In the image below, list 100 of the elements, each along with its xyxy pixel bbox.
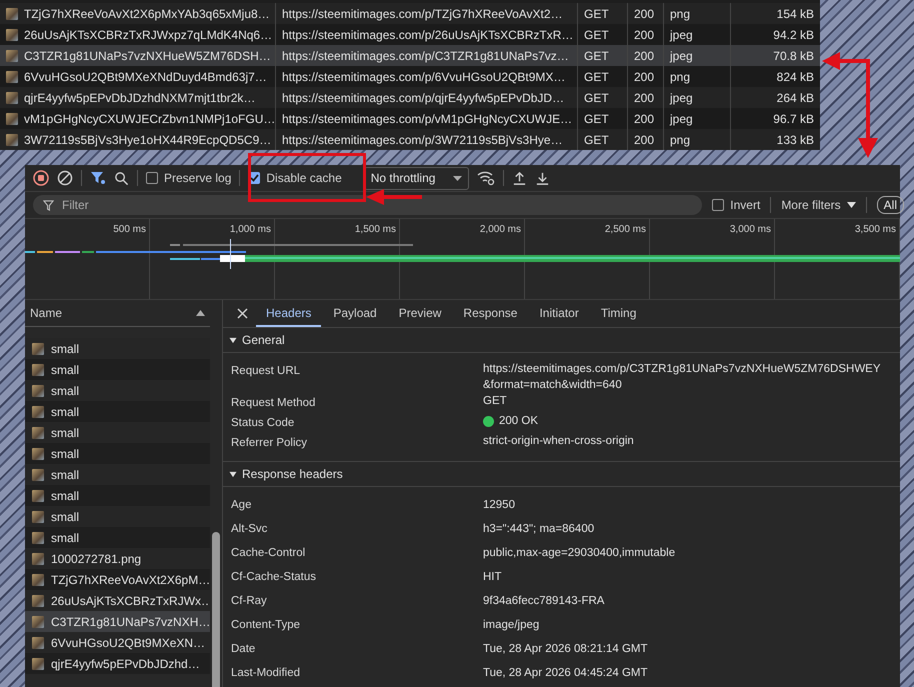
request-list-item[interactable]: qjrE4yyfw5pEPvDbJDzhd…: [25, 653, 210, 674]
table-cell: jpeg: [670, 90, 693, 104]
tick-label: 1,000 ms: [230, 224, 271, 235]
request-list-item[interactable]: small: [25, 485, 210, 506]
table-cell: 200: [634, 90, 654, 104]
checkbox[interactable]: [146, 172, 158, 184]
table-cell: 824 kB: [776, 70, 814, 84]
table-cell: GET: [584, 132, 609, 146]
table-cell: 3W72119s5BjVs3Hye1oHX44R9EcpQD5C9…: [24, 132, 272, 146]
table-cell: 200: [634, 48, 654, 62]
table-cell: GET: [584, 90, 609, 104]
more-filters-button[interactable]: More filters: [781, 198, 856, 212]
header-name: Request URL: [231, 364, 302, 379]
arrow-drawing: [366, 188, 422, 206]
tick-label: 1,500 ms: [354, 224, 396, 235]
tab[interactable]: Headers: [256, 300, 322, 327]
tab[interactable]: Payload: [323, 300, 387, 327]
expand-triangle-icon: [229, 470, 237, 478]
wifi-settings-icon[interactable]: [477, 170, 496, 186]
image-thumbnail-icon: [32, 616, 44, 628]
request-row[interactable]: 3W72119s5BjVs3Hye1oHX44R9EcpQD5C9… https://steemitimages.com/p/3W72119s5BjVs3Hye… GET 200 png 133 kB: [0, 129, 820, 150]
tab[interactable]: Initiator: [529, 300, 589, 327]
filter-field[interactable]: Filter: [33, 195, 702, 215]
image-thumbnail-icon: [32, 490, 44, 502]
header-value: 200 OK: [483, 413, 900, 429]
image-thumbnail-icon: [6, 70, 18, 82]
table-cell: https://steemitimages.com/p/TZjG7hXReeVoAvXt2…: [282, 6, 563, 20]
throttling-dropdown[interactable]: No throttling: [364, 166, 470, 190]
header-value: h3=":443"; ma=86400: [483, 522, 596, 537]
table-cell: https://steemitimages.com/p/6VvuHGsoU2QBt9MX…: [282, 70, 566, 84]
table-cell: vM1pGHgNcyCXUWJECrZbvn1NMPj1oFGU…: [24, 112, 275, 126]
table-cell: https://steemitimages.com/p/qjrE4yyfw5pEPvDbJD…: [282, 90, 564, 104]
table-cell: 200: [634, 70, 654, 84]
request-row[interactable]: TZjG7hXReeVoAvXt2X6pMxYAb3q65xMju8… https://steemitimages.com/p/TZjG7hXReeVoAvXt2… GET 200 png 154 kB: [0, 3, 820, 24]
image-thumbnail-icon: [6, 8, 18, 20]
request-row[interactable]: qjrE4yyfw5pEPvDbJDzhdNXM7mjt1tbr2k… https://steemitimages.com/p/qjrE4yyfw5pEPvDbJD… GET 200 jpeg 264 kB: [0, 87, 820, 108]
request-list-item[interactable]: small: [25, 443, 210, 464]
image-thumbnail-icon: [32, 574, 44, 586]
image-thumbnail-icon: [32, 658, 44, 670]
close-icon[interactable]: [237, 308, 248, 319]
table-cell: 264 kB: [776, 90, 814, 104]
request-list-item[interactable]: small: [25, 359, 210, 380]
image-thumbnail-icon: [6, 112, 18, 124]
table-cell: GET: [584, 28, 609, 42]
clear-icon[interactable]: [57, 170, 73, 186]
image-thumbnail-icon: [32, 384, 44, 396]
table-cell: GET: [584, 70, 609, 84]
search-icon[interactable]: [114, 170, 129, 186]
header-name: Cf-Cache-Status: [231, 570, 318, 585]
header-name: Request Method: [231, 396, 316, 411]
disable-cache-checkbox[interactable]: Disable cache: [248, 171, 342, 185]
download-icon[interactable]: [535, 170, 550, 186]
section-header[interactable]: General: [223, 328, 900, 353]
table-cell: https://steemitimages.com/p/C3TZR1g81UNaPs7vz…: [282, 48, 569, 62]
request-list-item[interactable]: C3TZR1g81UNaPs7vzNXH…: [25, 611, 210, 632]
table-cell: jpeg: [670, 112, 693, 126]
sort-caret-icon: [196, 310, 205, 316]
table-cell: 94.2 kB: [773, 28, 814, 42]
request-row[interactable]: C3TZR1g81UNaPs7vzNXHueW5ZM76DSH… https://steemitimages.com/p/C3TZR1g81UNaPs7vz… GET 200 jpeg 70.8 kB: [0, 45, 820, 66]
caret-icon: [846, 202, 856, 208]
table-cell: png: [670, 6, 690, 20]
tab[interactable]: Timing: [590, 300, 646, 327]
table-cell: 200: [634, 6, 654, 20]
tick-label: 3,000 ms: [730, 224, 771, 235]
status-dot: [483, 416, 494, 426]
checkbox-label: Disable cache: [266, 171, 342, 185]
table-cell: GET: [584, 112, 609, 126]
invert-checkbox[interactable]: Invert: [712, 198, 760, 212]
header-value: 9f34a6fecc789143-FRA: [483, 594, 606, 609]
table-cell: jpeg: [670, 28, 693, 42]
stop-recording-icon[interactable]: [33, 170, 49, 186]
tab[interactable]: Response: [453, 300, 528, 327]
request-list-item[interactable]: small: [25, 527, 210, 548]
header-name: Last-Modified: [231, 666, 302, 681]
all-filter-chip[interactable]: All: [876, 196, 904, 214]
image-thumbnail-icon: [32, 636, 44, 648]
image-thumbnail-icon: [6, 92, 18, 104]
image-thumbnail-icon: [6, 134, 18, 146]
image-thumbnail-icon: [32, 552, 44, 564]
header-name: Date: [231, 642, 256, 657]
header-value: public,max-age=29030400,immutable: [483, 546, 676, 561]
table-cell: 96.7 kB: [773, 112, 814, 126]
image-thumbnail-icon: [32, 406, 44, 418]
section-header[interactable]: Response headers: [223, 461, 900, 487]
request-list-item[interactable]: TZjG7hXReeVoAvXt2X6pM…: [25, 569, 210, 590]
scrollbar-thumb[interactable]: [212, 532, 220, 687]
checkbox[interactable]: [712, 199, 724, 211]
upload-icon[interactable]: [512, 170, 528, 186]
header-name: Status Code: [231, 416, 296, 431]
preserve-log-checkbox[interactable]: Preserve log: [146, 171, 232, 185]
tick-label: 2,500 ms: [604, 224, 646, 235]
table-cell: 154 kB: [776, 6, 814, 20]
header-name: Alt-Svc: [231, 522, 268, 537]
tab[interactable]: Preview: [388, 300, 452, 327]
image-thumbnail-icon: [32, 532, 44, 544]
filter-icon[interactable]: [90, 170, 106, 186]
header-value: Tue, 28 Apr 2026 04:45:24 GMT: [483, 666, 649, 681]
request-list-item[interactable]: small: [25, 401, 210, 422]
table-cell: 133 kB: [776, 132, 814, 146]
header-value: strict-origin-when-cross-origin: [483, 434, 635, 449]
